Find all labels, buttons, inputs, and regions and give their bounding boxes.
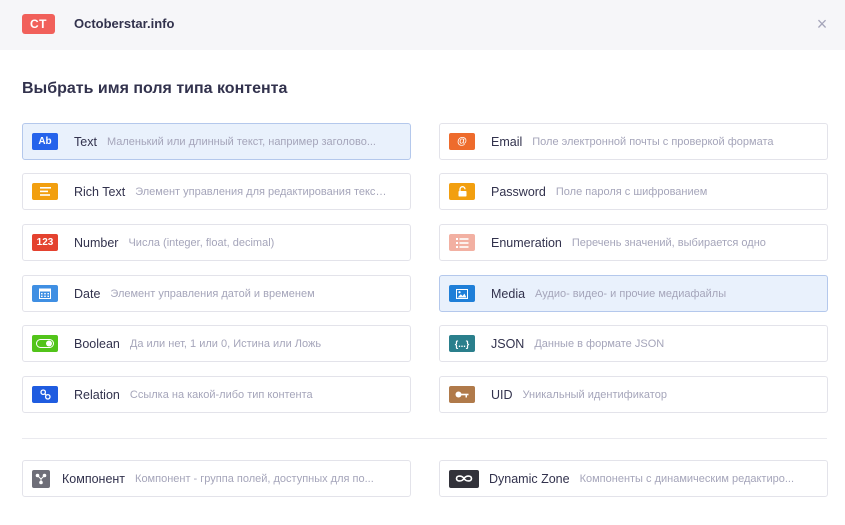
field-type-label: Email bbox=[491, 134, 523, 149]
key-icon bbox=[449, 386, 475, 403]
list-icon bbox=[449, 234, 475, 251]
field-type-label: Dynamic Zone bbox=[489, 471, 570, 486]
section-divider bbox=[22, 438, 827, 439]
modal-header: CT Octoberstar.info × bbox=[0, 0, 845, 50]
field-type-description: Элемент управления датой и временем bbox=[110, 287, 315, 300]
ab-text-icon: Ab bbox=[32, 133, 58, 150]
braces-icon: {...} bbox=[449, 335, 475, 352]
field-type-component[interactable]: Компонент Компонент - группа полей, дост… bbox=[22, 460, 411, 497]
field-type-json[interactable]: {...} JSON Данные в формате JSON bbox=[439, 325, 828, 362]
infinity-icon bbox=[449, 469, 479, 488]
at-sign-icon: @ bbox=[449, 133, 475, 150]
site-logo: CT bbox=[22, 14, 55, 34]
field-type-label: Компонент bbox=[62, 471, 126, 486]
field-type-media[interactable]: Media Аудио- видео- и прочие медиафайлы bbox=[439, 275, 828, 312]
field-type-boolean[interactable]: Boolean Да или нет, 1 или 0, Истина или … bbox=[22, 325, 411, 362]
field-type-label: Media bbox=[491, 286, 526, 301]
page-title: Выбрать имя поля типа контента bbox=[22, 80, 288, 97]
field-type-label: Date bbox=[74, 286, 101, 301]
text-lines-icon bbox=[32, 183, 58, 200]
field-type-label: Boolean bbox=[74, 336, 120, 351]
close-icon[interactable]: × bbox=[815, 14, 829, 34]
field-type-label: UID bbox=[491, 387, 513, 402]
field-type-description: Компоненты с динамическим редактиро... bbox=[579, 472, 795, 485]
field-type-description: Аудио- видео- и прочие медиафайлы bbox=[535, 287, 727, 300]
site-name: Octoberstar.info bbox=[74, 16, 175, 31]
field-type-description: Поле электронной почты с проверкой форма… bbox=[532, 135, 774, 148]
field-type-description: Уникальный идентификатор bbox=[522, 388, 667, 401]
field-type-date[interactable]: Date Элемент управления датой и временем bbox=[22, 275, 411, 312]
field-type-description: Ссылка на какой-либо тип контента bbox=[129, 388, 313, 401]
field-type-email[interactable]: @ Email Поле электронной почты с проверк… bbox=[439, 123, 828, 160]
calendar-icon bbox=[32, 285, 58, 302]
field-type-label: Text bbox=[74, 134, 97, 149]
field-type-label: Rich Text bbox=[74, 184, 126, 199]
field-type-description: Компонент - группа полей, доступных для … bbox=[135, 472, 374, 485]
field-type-enumeration[interactable]: Enumeration Перечень значений, выбираетс… bbox=[439, 224, 828, 261]
field-type-description: Элемент управления для редактирования те… bbox=[135, 185, 389, 198]
link-icon bbox=[32, 386, 58, 403]
number-123-icon: 123 bbox=[32, 234, 58, 251]
lock-icon bbox=[449, 183, 475, 200]
field-type-relation[interactable]: Relation Ссылка на какой-либо тип контен… bbox=[22, 376, 411, 413]
field-type-label: JSON bbox=[491, 336, 525, 351]
field-type-number[interactable]: 123 Number Числа (integer, float, decima… bbox=[22, 224, 411, 261]
field-type-label: Enumeration bbox=[491, 235, 562, 250]
field-type-description: Да или нет, 1 или 0, Истина или Ложь bbox=[129, 337, 322, 350]
field-type-description: Данные в формате JSON bbox=[534, 337, 665, 350]
field-type-description: Перечень значений, выбирается одно bbox=[571, 236, 766, 249]
field-type-description: Поле пароля с шифрованием bbox=[555, 185, 708, 198]
component-icon bbox=[32, 469, 50, 488]
toggle-icon bbox=[32, 335, 58, 352]
field-type-password[interactable]: Password Поле пароля с шифрованием bbox=[439, 173, 828, 210]
field-type-label: Relation bbox=[74, 387, 120, 402]
field-type-label: Password bbox=[491, 184, 546, 199]
field-type-label: Number bbox=[74, 235, 119, 250]
field-type-richtext[interactable]: Rich Text Элемент управления для редакти… bbox=[22, 173, 411, 210]
field-type-text[interactable]: Ab Text Маленький или длинный текст, нап… bbox=[22, 123, 411, 160]
image-icon bbox=[449, 285, 475, 302]
field-type-dynamiczone[interactable]: Dynamic Zone Компоненты с динамическим р… bbox=[439, 460, 828, 497]
field-type-description: Числа (integer, float, decimal) bbox=[128, 236, 275, 249]
field-type-uid[interactable]: UID Уникальный идентификатор bbox=[439, 376, 828, 413]
field-type-description: Маленький или длинный текст, например за… bbox=[106, 135, 376, 148]
